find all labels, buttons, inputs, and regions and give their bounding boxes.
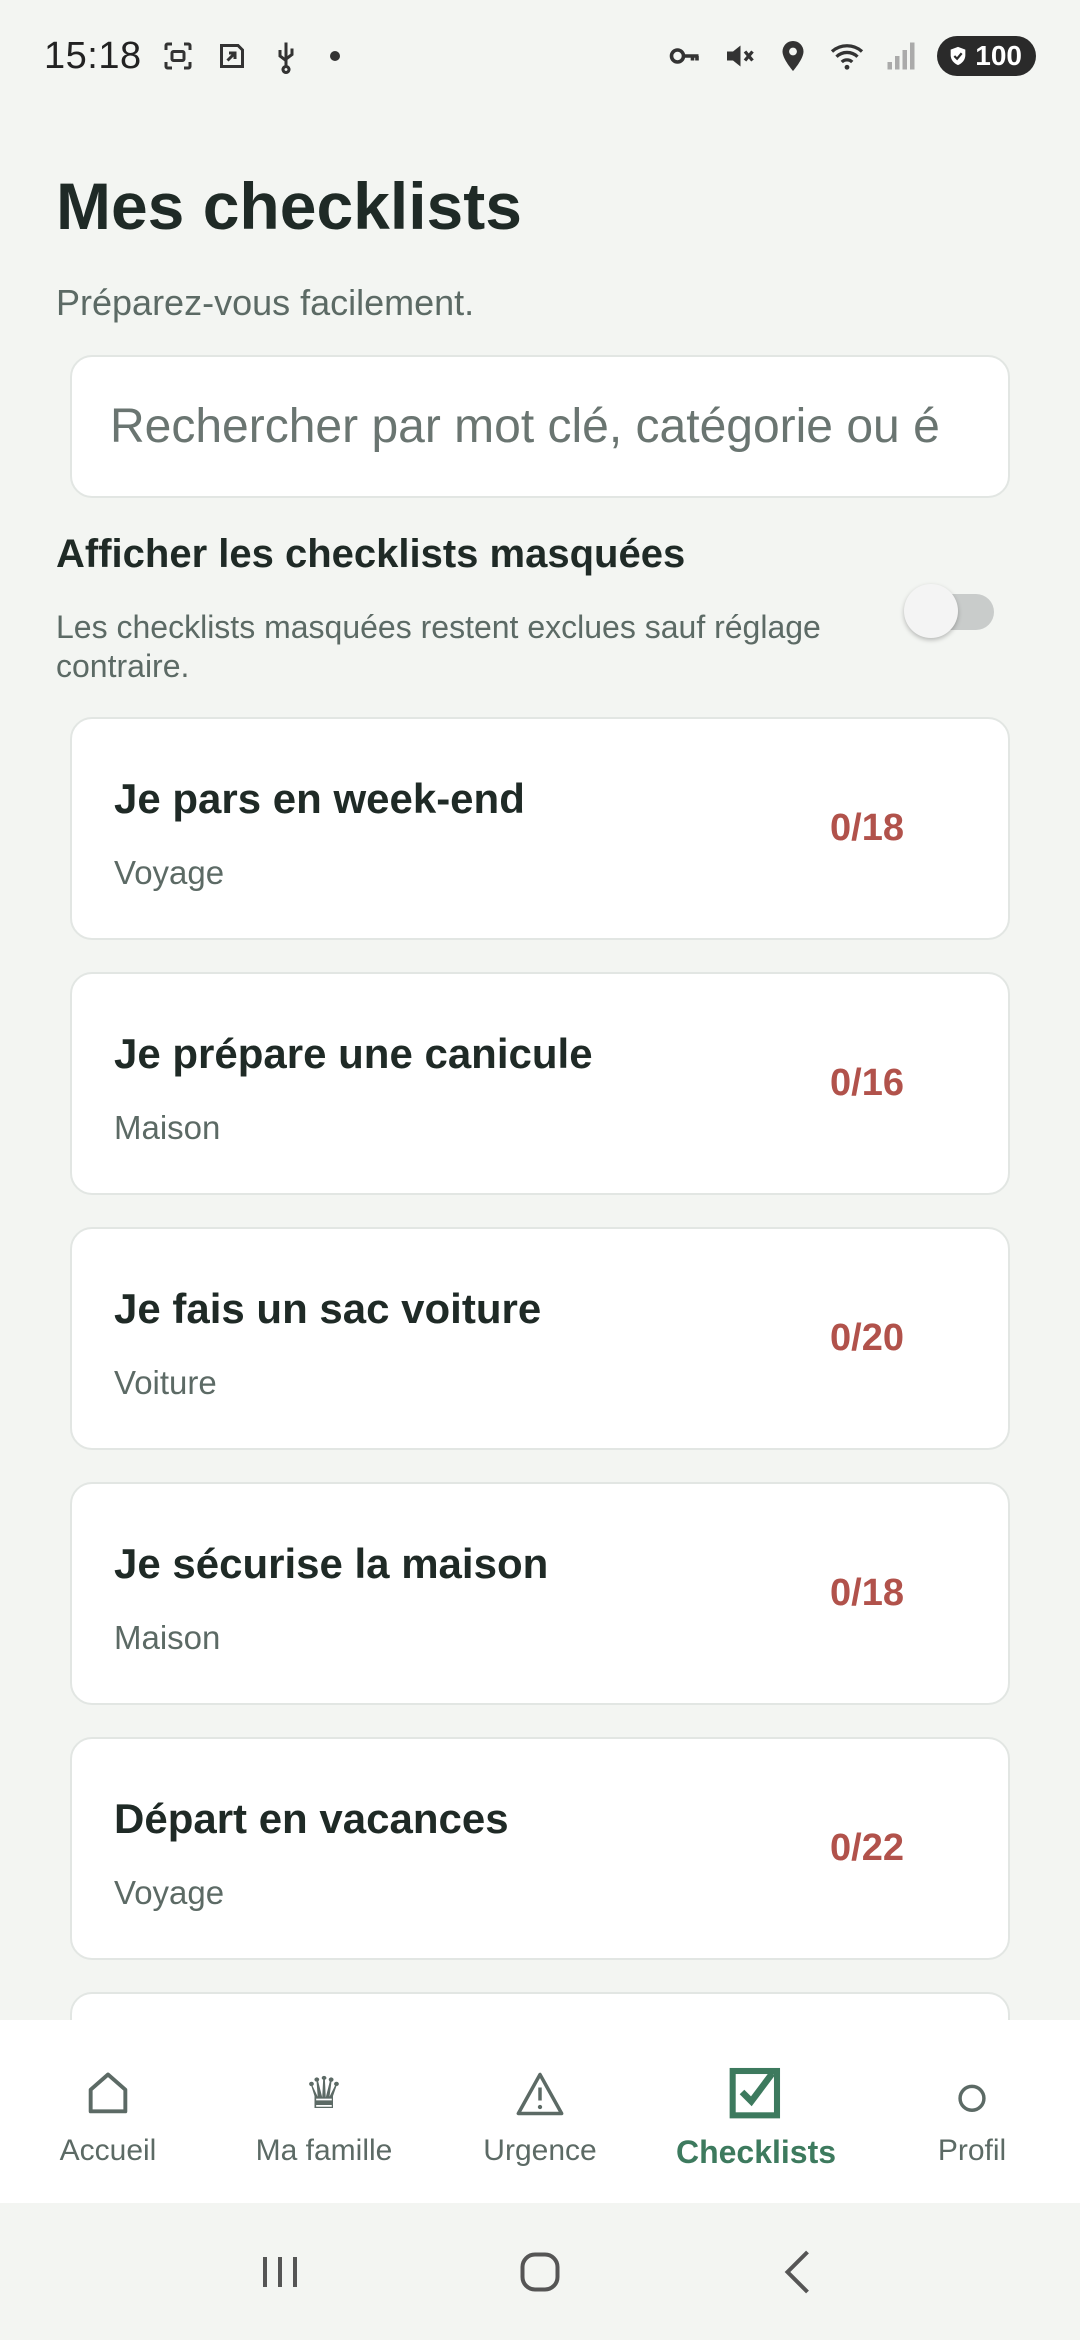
checklists-screen: 15:18 100 Mes checklists Préparez-vous f… xyxy=(0,0,1080,2340)
nav-item-checklists[interactable]: Checklists xyxy=(648,2020,864,2203)
nav-item-profil[interactable]: Profil xyxy=(864,2020,1080,2203)
cast-icon xyxy=(219,44,244,68)
checklist-category: Maison xyxy=(114,1109,221,1146)
status-left: 15:18 xyxy=(44,35,340,78)
nav-label: Ma famille xyxy=(255,2134,393,2167)
checklist-title: Je sécurise la maison xyxy=(114,1540,549,1587)
back-icon[interactable] xyxy=(770,2242,830,2302)
location-icon xyxy=(782,41,804,71)
show-hidden-description: Les checklists masquées restent exclues … xyxy=(56,609,821,684)
system-nav-bar xyxy=(0,2203,1080,2340)
checklist-card[interactable]: Départ en vacances Voyage 0/22 xyxy=(70,1737,1010,1960)
screenshot-icon xyxy=(164,42,192,70)
checklist-card[interactable]: Je pars en week-end Voyage 0/18 xyxy=(70,717,1010,940)
shield-icon xyxy=(950,46,966,66)
nav-item-urgence[interactable]: Urgence xyxy=(432,2020,648,2203)
checklist-progress: 0/16 xyxy=(830,1062,904,1104)
checklist-category: Voyage xyxy=(114,1874,225,1911)
mute-icon xyxy=(727,45,755,67)
toggle-thumb xyxy=(904,584,958,638)
status-time: 15:18 xyxy=(44,34,142,77)
page-subtitle: Préparez-vous facilement. xyxy=(56,282,475,323)
bottom-nav: Accueil ♛ Ma famille Urgence Checklists … xyxy=(0,2020,1080,2203)
battery-level: 100 xyxy=(975,40,1022,71)
show-hidden-title: Afficher les checklists masquées xyxy=(56,532,686,576)
nav-label: Profil xyxy=(937,2134,1007,2167)
checklist-progress: 0/18 xyxy=(830,1572,904,1614)
checklist-list: Je pars en week-end Voyage 0/18 Je prépa… xyxy=(70,717,1010,2020)
show-hidden-toggle[interactable] xyxy=(904,584,994,638)
checklist-title: Départ en vacances xyxy=(114,1795,509,1842)
checklist-progress: 0/20 xyxy=(830,1317,904,1359)
checklist-card[interactable]: Je prépare une canicule Maison 0/16 xyxy=(70,972,1010,1195)
vpn-key-icon xyxy=(669,48,700,64)
status-right: 100 xyxy=(667,36,1036,76)
recents-icon[interactable] xyxy=(250,2242,310,2302)
status-bar: 15:18 100 xyxy=(0,0,1080,112)
checklist-title: Je prépare une canicule xyxy=(114,1030,593,1077)
circle-icon xyxy=(958,2084,986,2112)
checklist-category: Voiture xyxy=(114,1364,217,1401)
battery-indicator: 100 xyxy=(937,36,1036,76)
checklist-card[interactable]: Je sécurise la maison Maison 0/18 xyxy=(70,1482,1010,1705)
usb-icon xyxy=(278,42,294,74)
checklist-progress: 0/18 xyxy=(830,807,904,849)
search-input[interactable] xyxy=(110,399,970,454)
checklist-card[interactable] xyxy=(70,1992,1010,2020)
checklist-progress: 0/22 xyxy=(830,1827,904,1869)
home-button-icon[interactable] xyxy=(510,2242,570,2302)
nav-label: Accueil xyxy=(59,2134,157,2167)
notification-dot-icon xyxy=(329,51,340,61)
checklist-category: Voyage xyxy=(114,854,225,891)
signal-icon xyxy=(887,42,915,70)
nav-item-accueil[interactable]: Accueil xyxy=(0,2020,216,2203)
wifi-icon xyxy=(831,44,864,70)
crown-icon: ♛ xyxy=(304,2069,344,2118)
nav-label: Urgence xyxy=(483,2134,597,2167)
warning-icon xyxy=(516,2072,564,2116)
checklist-category: Maison xyxy=(114,1619,221,1656)
checklist-card[interactable]: Je fais un sac voiture Voiture 0/20 xyxy=(70,1227,1010,1450)
search-box[interactable] xyxy=(70,355,1010,498)
page-title: Mes checklists xyxy=(56,169,522,243)
home-icon xyxy=(88,2072,128,2114)
checkbox-icon xyxy=(729,2067,781,2119)
nav-label: Checklists xyxy=(675,2134,837,2170)
checklist-title: Je fais un sac voiture xyxy=(114,1285,542,1332)
checklist-title: Je pars en week-end xyxy=(114,775,525,822)
nav-item-ma-famille[interactable]: ♛ Ma famille xyxy=(216,2020,432,2203)
